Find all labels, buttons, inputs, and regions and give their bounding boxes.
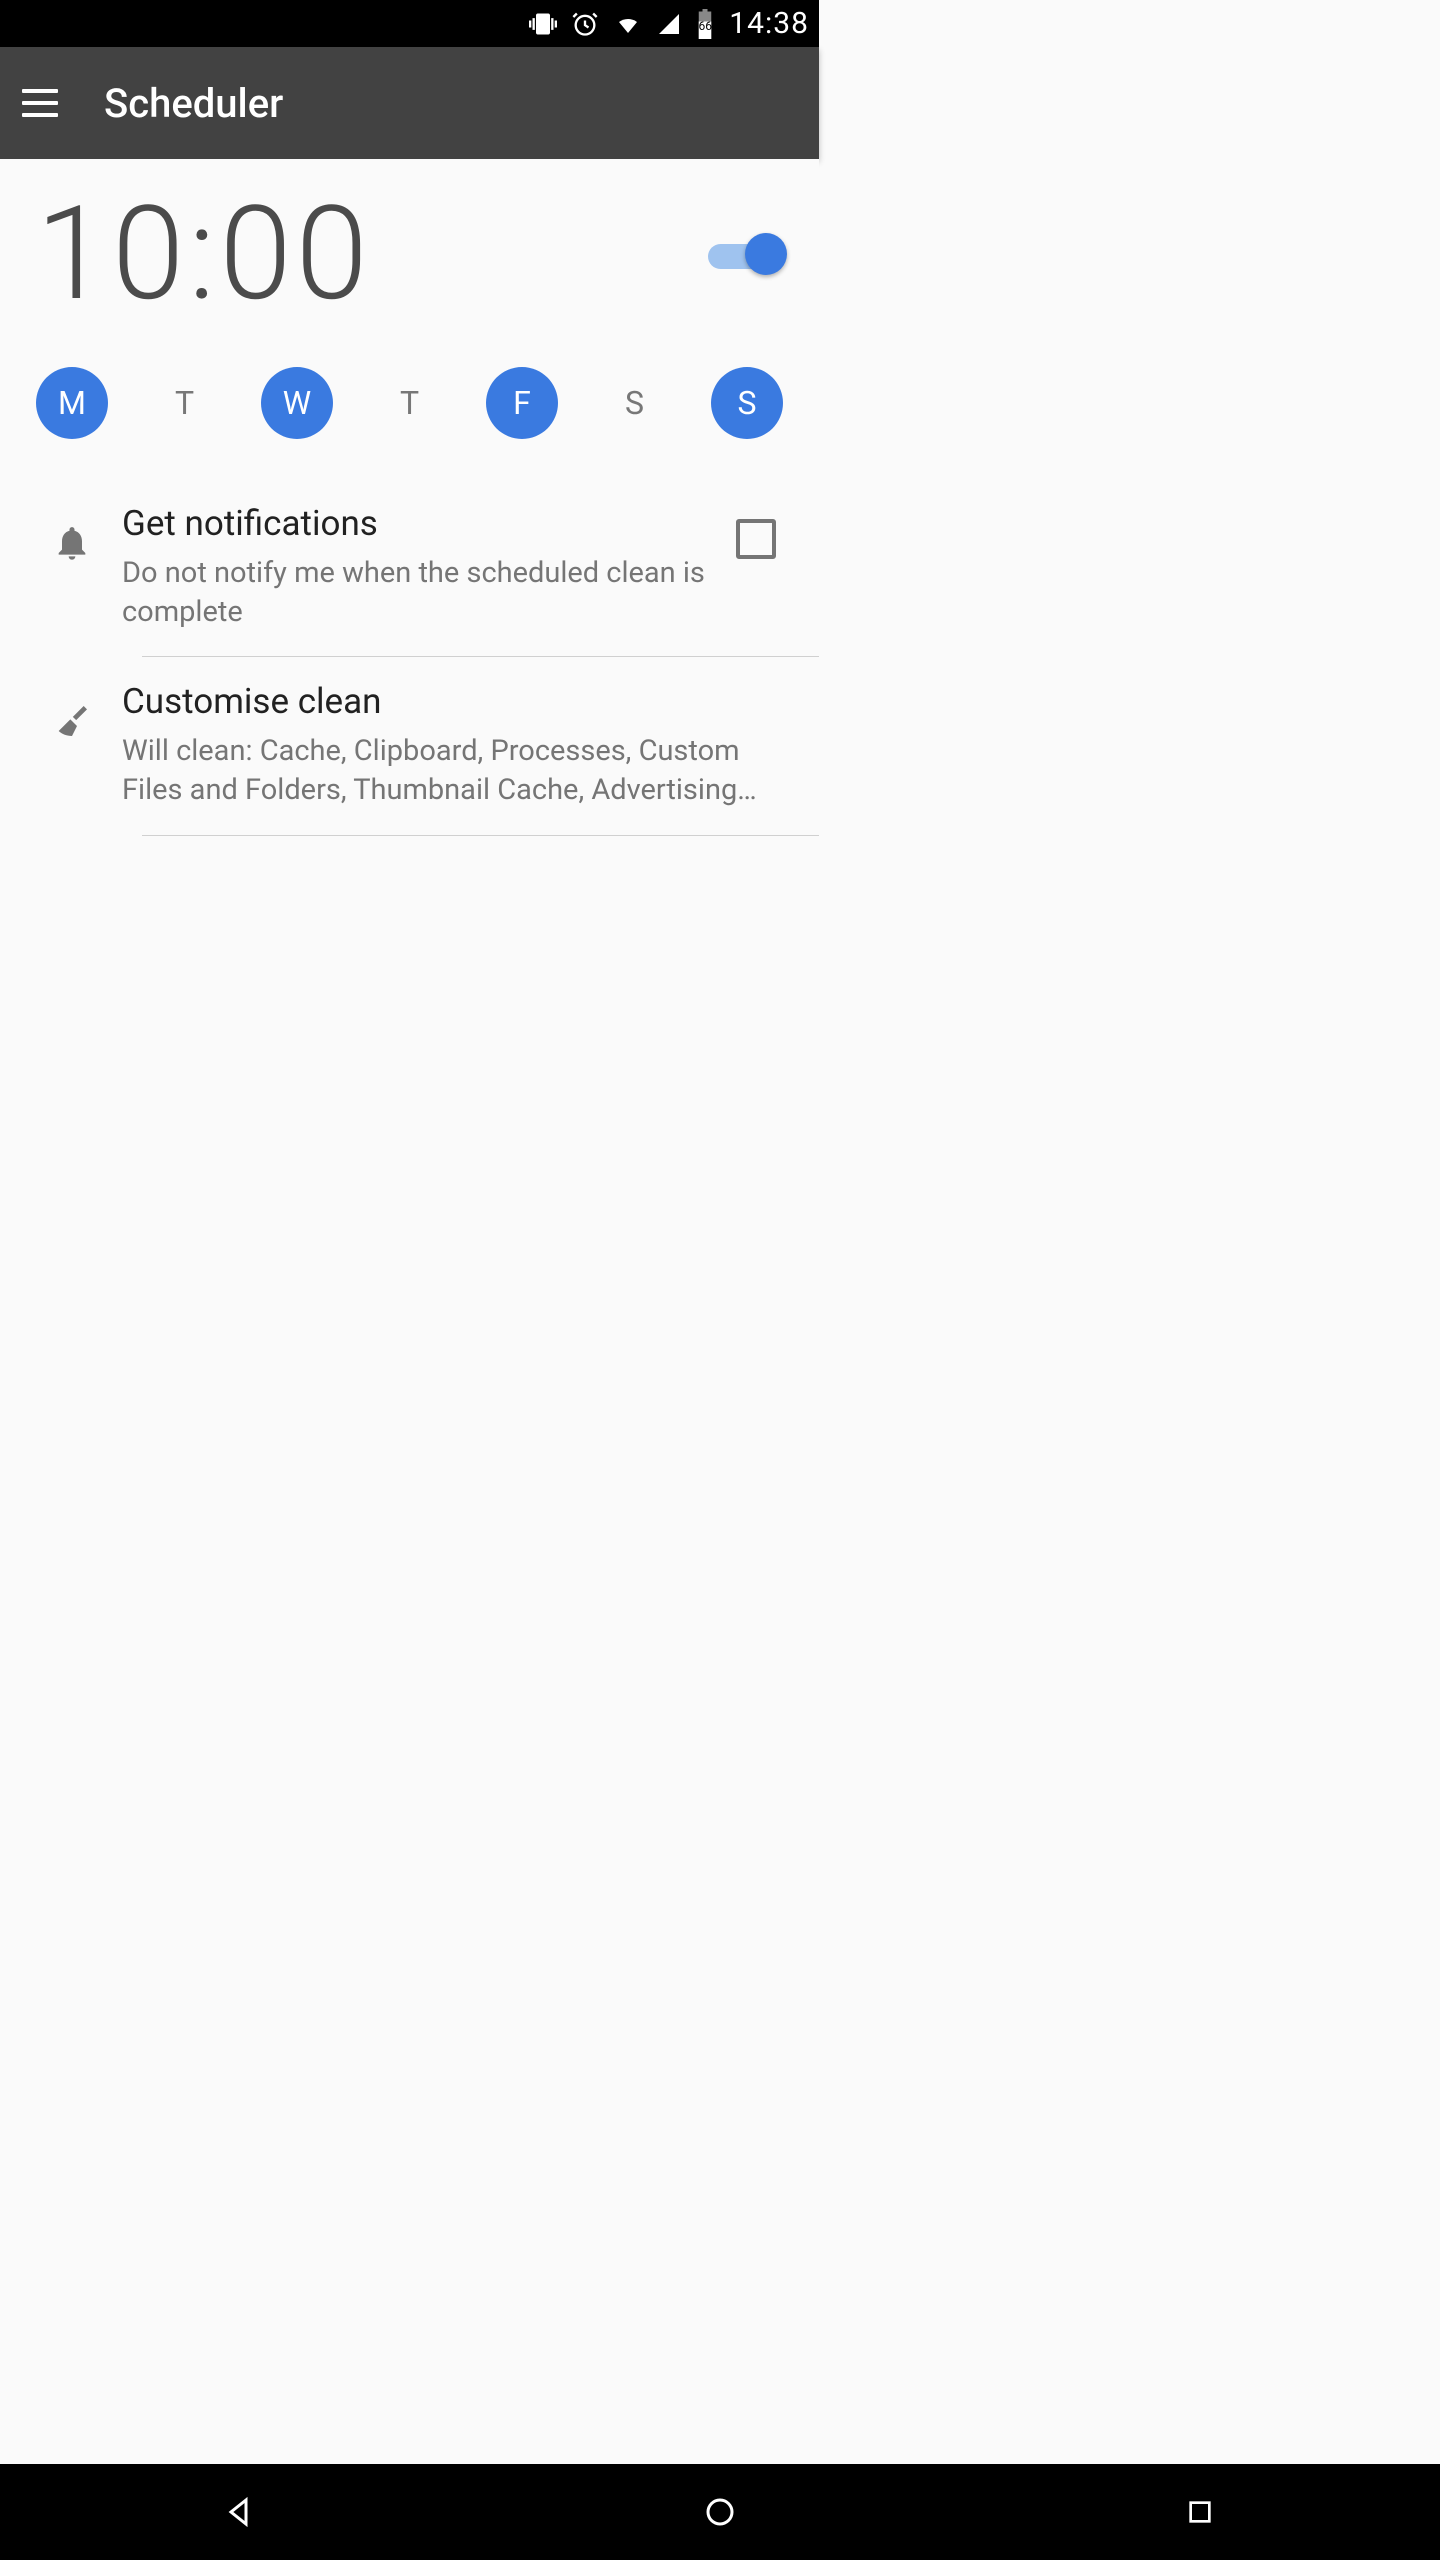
day-wednesday[interactable]: W xyxy=(261,367,333,439)
notifications-checkbox[interactable] xyxy=(736,519,776,559)
nav-back-button[interactable] xyxy=(210,2482,270,2542)
menu-button[interactable] xyxy=(20,83,60,123)
battery-icon: 66 xyxy=(695,9,715,39)
divider xyxy=(142,835,819,836)
android-nav-bar xyxy=(0,2464,1440,2560)
day-picker: M T W T F S S xyxy=(0,339,819,479)
wifi-icon xyxy=(613,12,643,36)
day-tuesday[interactable]: T xyxy=(149,367,221,439)
status-bar-clock: 14:38 xyxy=(729,6,809,41)
setting-title: Get notifications xyxy=(122,503,709,544)
setting-subtitle: Do not notify me when the scheduled clea… xyxy=(122,554,709,632)
bell-icon xyxy=(52,523,92,567)
nav-home-button[interactable] xyxy=(690,2482,750,2542)
setting-get-notifications[interactable]: Get notifications Do not notify me when … xyxy=(0,479,819,656)
alarm-icon xyxy=(571,10,599,38)
schedule-time[interactable]: 10:00 xyxy=(36,189,372,319)
day-friday[interactable]: F xyxy=(486,367,558,439)
nav-recents-button[interactable] xyxy=(1170,2482,1230,2542)
content: 10:00 M T W T F S S Get notifications Do… xyxy=(0,159,819,836)
day-monday[interactable]: M xyxy=(36,367,108,439)
day-saturday[interactable]: S xyxy=(599,367,671,439)
setting-title: Customise clean xyxy=(122,681,779,722)
app-bar: Scheduler xyxy=(0,47,819,159)
cell-signal-icon xyxy=(657,12,681,36)
setting-subtitle: Will clean: Cache, Clipboard, Processes,… xyxy=(122,732,779,810)
schedule-time-row: 10:00 xyxy=(0,159,819,339)
app-bar-title: Scheduler xyxy=(104,80,283,127)
status-bar: 66 14:38 xyxy=(0,0,819,47)
broom-icon xyxy=(52,701,92,745)
battery-level-text: 66 xyxy=(695,19,715,33)
schedule-enabled-toggle[interactable] xyxy=(708,233,783,275)
vibrate-icon xyxy=(529,10,557,38)
day-thursday[interactable]: T xyxy=(374,367,446,439)
day-sunday[interactable]: S xyxy=(711,367,783,439)
setting-customise-clean[interactable]: Customise clean Will clean: Cache, Clipb… xyxy=(0,657,819,834)
